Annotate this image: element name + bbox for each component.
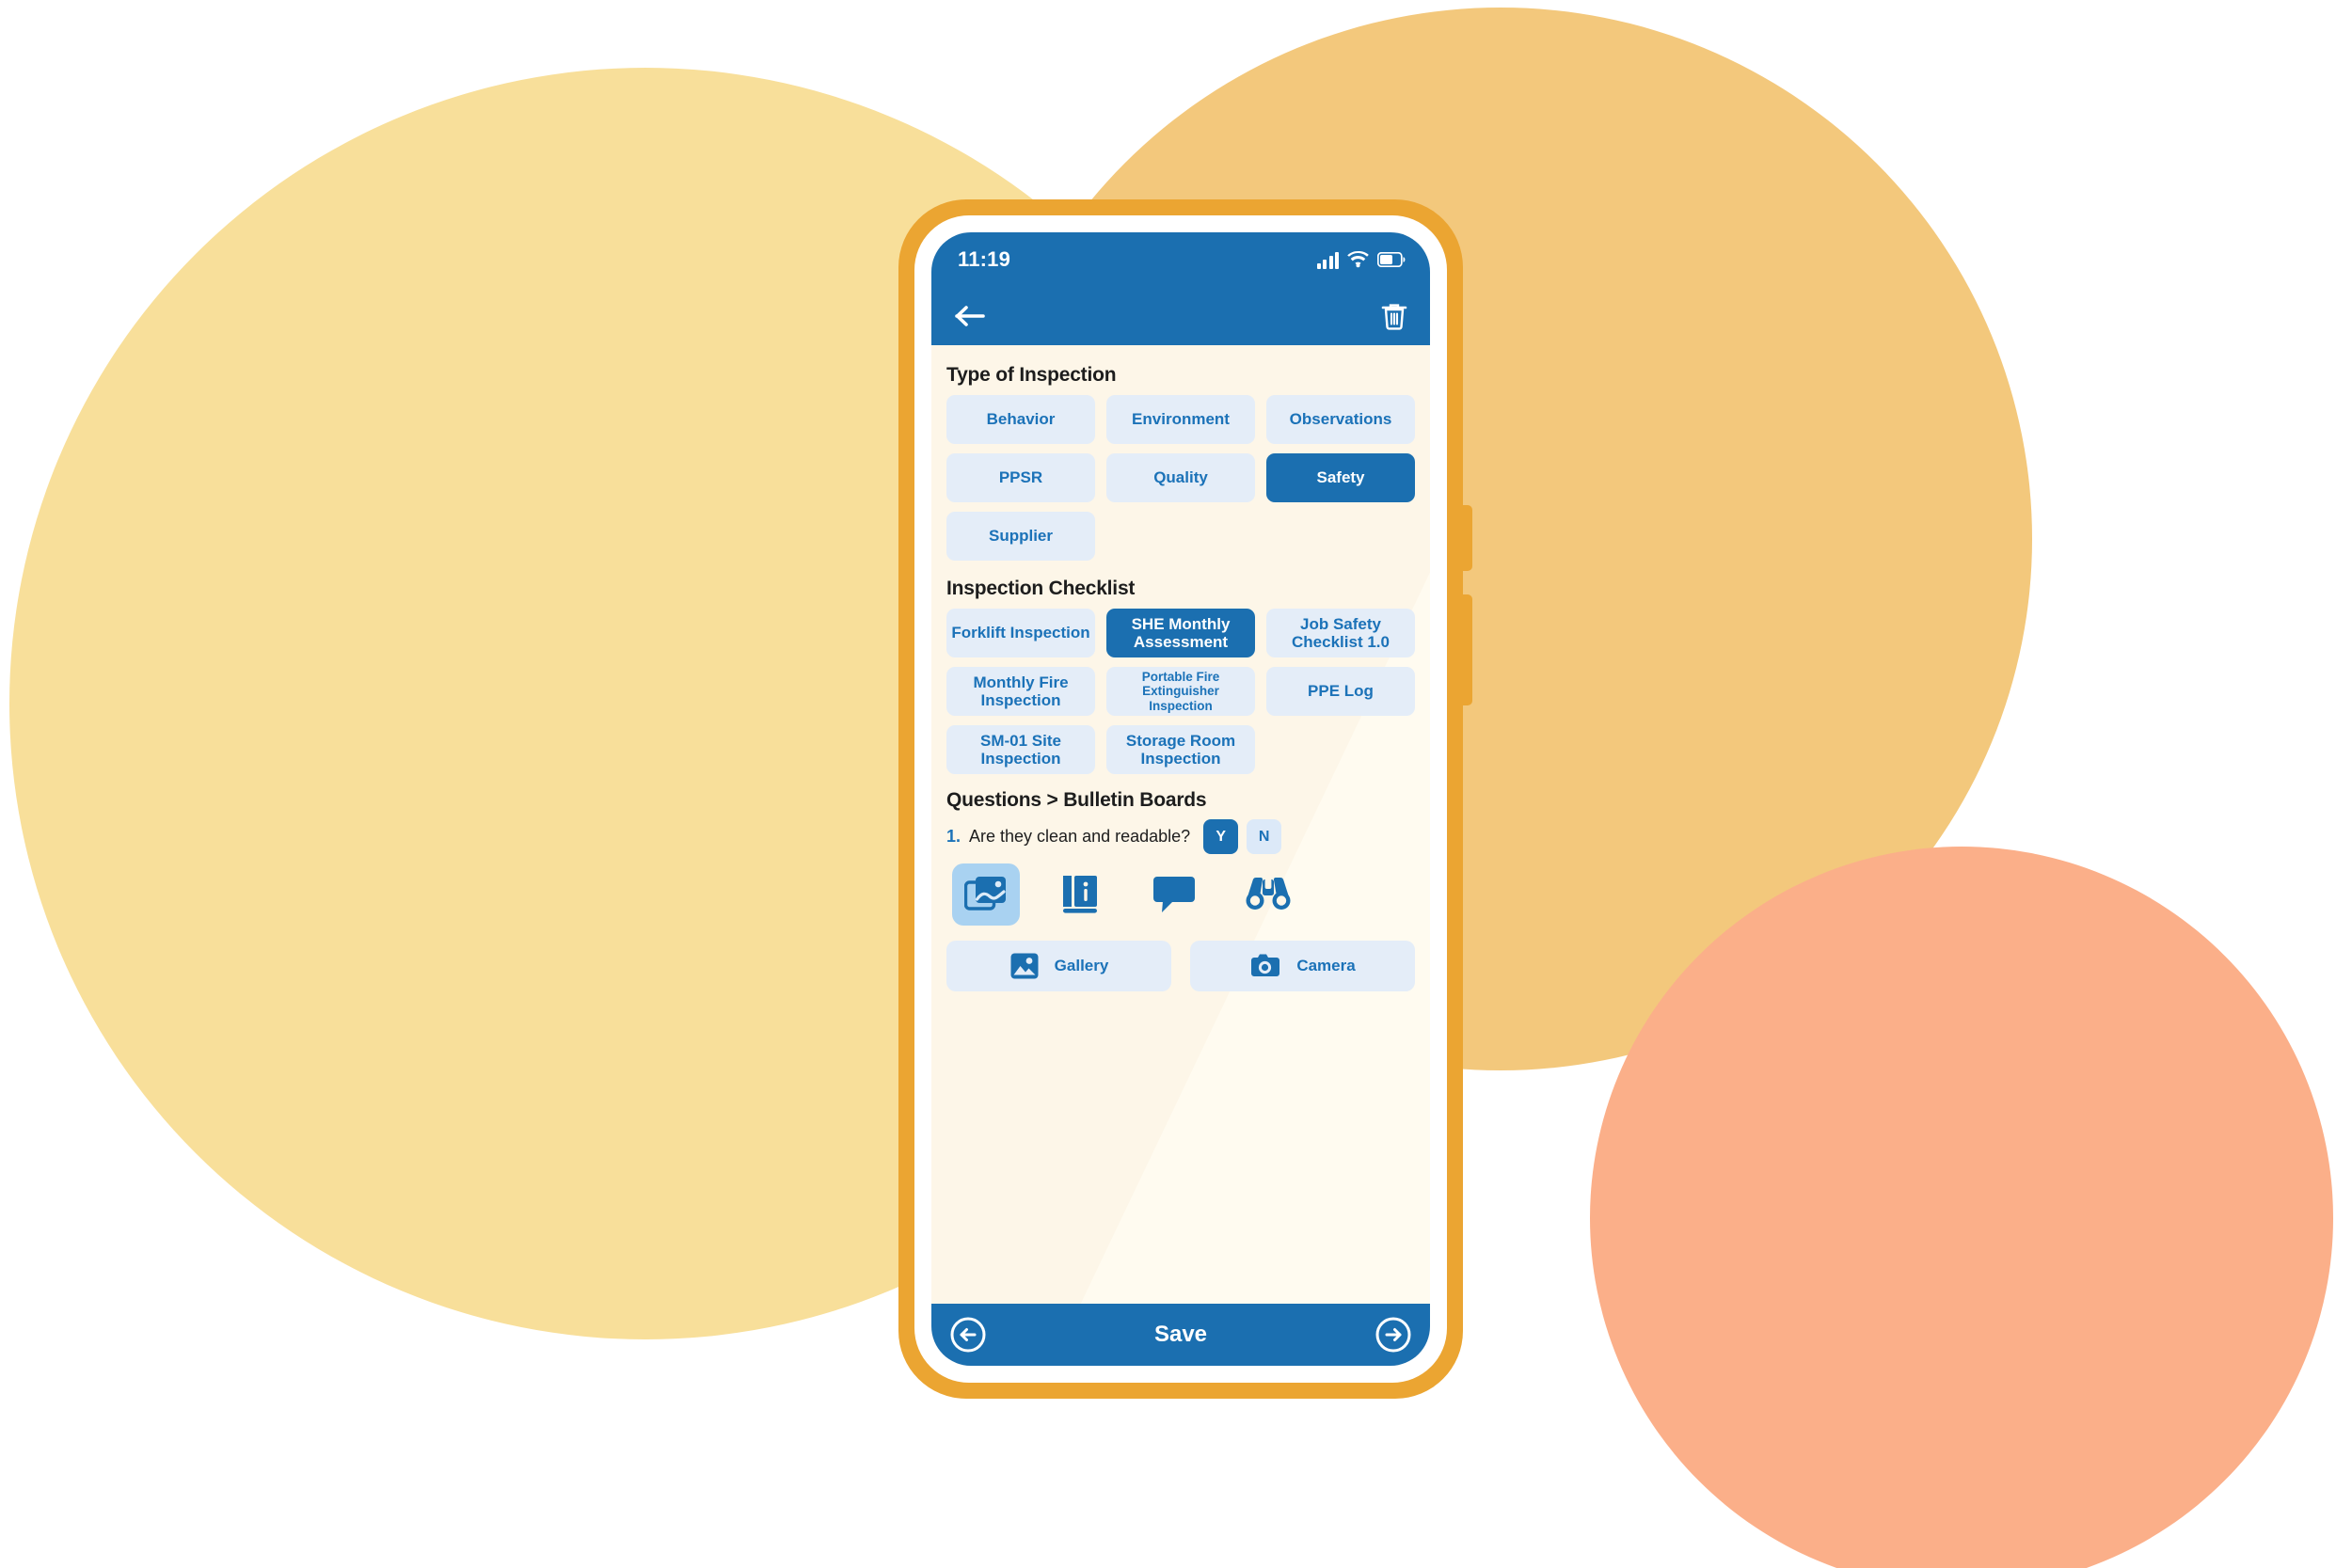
phone-bezel: 11:19 Type of Inspection Behavior Enviro… [914,215,1447,1383]
camera-icon [1251,954,1280,976]
question-text: Are they clean and readable? [969,827,1191,846]
comment-bubble-icon[interactable] [1140,863,1208,926]
save-bar: Save [931,1304,1430,1366]
status-bar: 11:19 [931,232,1430,287]
option-chip[interactable]: PPE Log [1266,667,1415,716]
arrow-right-circle-icon[interactable] [1375,1317,1411,1353]
option-chip[interactable]: Storage Room Inspection [1106,725,1255,774]
info-book-icon[interactable] [1046,863,1114,926]
option-chip[interactable]: Observations [1266,395,1415,444]
form-content: Type of Inspection Behavior Environment Ob… [931,345,1430,1304]
app-bar [931,287,1430,345]
background-circle-salmon [1590,847,2333,1568]
question-number: 1. [946,827,961,846]
save-button-label[interactable]: Save [931,1322,1430,1348]
phone-volume-button[interactable] [1460,505,1472,571]
option-chip[interactable]: SM-01 Site Inspection [946,725,1095,774]
option-chip[interactable]: Job Safety Checklist 1.0 [1266,609,1415,657]
inspection-checklist-title: Inspection Checklist [946,578,1136,599]
photos-stack-icon[interactable] [952,863,1020,926]
answer-no-button[interactable]: N [1247,819,1282,854]
questions-heading: Questions > Bulletin Boards [946,789,1207,811]
phone-mockup: 11:19 Type of Inspection Behavior Enviro… [898,199,1472,1399]
inspection-checklist-options: Forklift Inspection SHE Monthly Assessmen… [946,609,1415,774]
option-chip[interactable]: Quality [1106,453,1255,502]
chip-spacer [1106,512,1255,561]
battery-icon [1377,252,1406,267]
question-tools [952,863,1415,926]
phone-screen: 11:19 Type of Inspection Behavior Enviro… [931,232,1430,1366]
answer-yes-button[interactable]: Y [1203,819,1239,854]
back-arrow-icon[interactable] [954,304,986,328]
media-buttons: Gallery Camera [946,941,1415,991]
question-row: 1. Are they clean and readable? Y N [946,819,1415,854]
option-chip[interactable]: Monthly Fire Inspection [946,667,1095,716]
option-chip[interactable]: Safety [1266,453,1415,502]
phone-power-button[interactable] [1460,594,1472,705]
option-chip[interactable]: Portable Fire Extinguisher Inspection [1106,667,1255,716]
binoculars-icon[interactable] [1234,863,1302,926]
option-chip[interactable]: Forklift Inspection [946,609,1095,657]
chip-spacer [1266,725,1415,774]
gallery-label: Gallery [1054,957,1109,974]
camera-label: Camera [1296,957,1356,974]
option-chip[interactable]: Environment [1106,395,1255,444]
option-chip[interactable]: SHE Monthly Assessment [1106,609,1255,657]
image-icon [1010,953,1039,979]
cellular-signal-icon [1316,251,1339,269]
gallery-button[interactable]: Gallery [946,941,1171,991]
chip-spacer [1266,512,1415,561]
type-of-inspection-title: Type of Inspection [946,364,1117,386]
option-chip[interactable]: PPSR [946,453,1095,502]
arrow-left-circle-icon[interactable] [950,1317,986,1353]
status-icons [1316,250,1406,269]
option-chip[interactable]: Behavior [946,395,1095,444]
type-of-inspection-options: Behavior Environment Observations PPSR Quali… [946,395,1415,561]
camera-button[interactable]: Camera [1190,941,1415,991]
wifi-icon [1347,250,1369,267]
status-time: 11:19 [958,247,1011,271]
trash-icon[interactable] [1381,302,1407,330]
option-chip[interactable]: Supplier [946,512,1095,561]
